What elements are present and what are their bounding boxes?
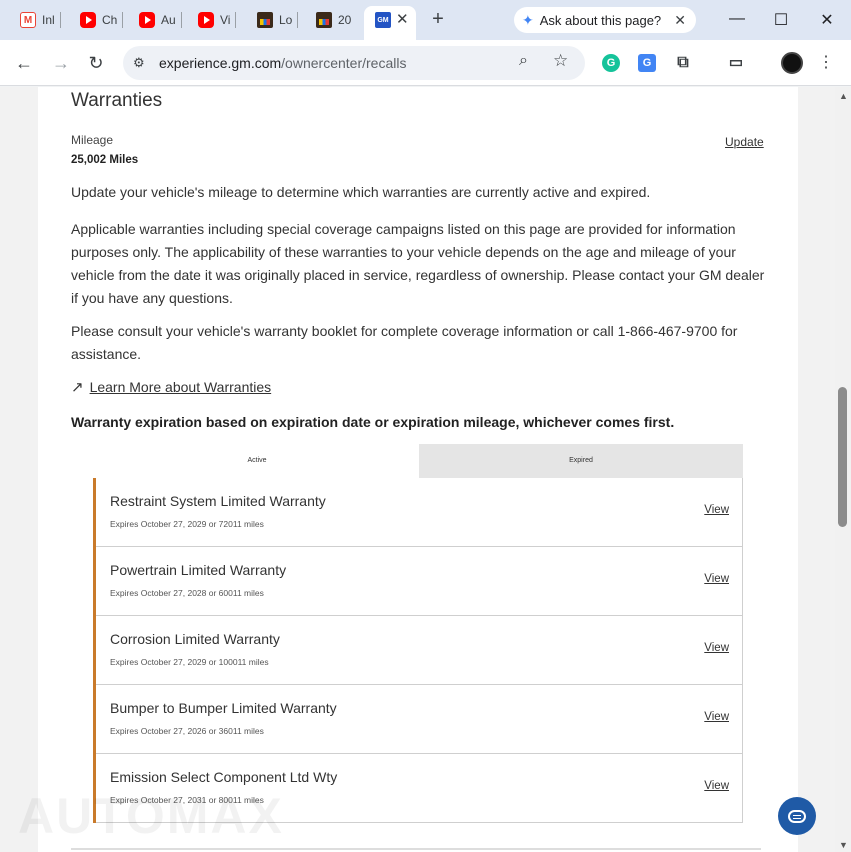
- reload-button[interactable]: ↻: [85, 52, 107, 74]
- profile-avatar[interactable]: [781, 52, 803, 74]
- learn-more-label: Learn More about Warranties: [89, 379, 272, 395]
- browser-tab-1[interactable]: M Inl: [20, 8, 61, 32]
- warranty-row: Bumper to Bumper Limited Warranty Expire…: [96, 685, 743, 754]
- warranty-name: Corrosion Limited Warranty: [110, 631, 280, 647]
- forward-button[interactable]: →: [50, 52, 72, 74]
- warranty-row: Corrosion Limited Warranty Expires Octob…: [96, 616, 743, 685]
- browser-tab-5[interactable]: Lo: [257, 8, 299, 32]
- scroll-up-arrow-icon[interactable]: ▲: [839, 91, 848, 101]
- chat-bubble-icon: [788, 809, 806, 823]
- tab-expired[interactable]: Expired: [419, 444, 743, 478]
- close-window-button[interactable]: ✕: [817, 10, 837, 30]
- warranty-name: Restraint System Limited Warranty: [110, 493, 326, 509]
- scrollbar-thumb[interactable]: [838, 387, 847, 527]
- view-warranty-link[interactable]: View: [704, 642, 729, 654]
- ask-label: Ask about this page?: [539, 12, 662, 28]
- update-mileage-link[interactable]: Update: [725, 135, 764, 149]
- mileage-info-text: Update your vehicle's mileage to determi…: [71, 184, 651, 200]
- youtube-icon: [80, 12, 96, 28]
- watermark: AUTOMAX: [18, 788, 284, 844]
- mileage-label: Mileage: [71, 133, 114, 147]
- cast-icon[interactable]: ▭: [727, 54, 745, 72]
- tab-title: Vi: [220, 13, 231, 27]
- warranty-name: Bumper to Bumper Limited Warranty: [110, 700, 337, 716]
- page-title: Warranties: [71, 90, 163, 111]
- warranty-expiry: Expires October 27, 2026 or 36011 miles: [110, 726, 264, 736]
- translate-icon[interactable]: G: [638, 54, 656, 72]
- new-tab-button[interactable]: +: [428, 9, 448, 30]
- tab-title: 20: [338, 13, 352, 27]
- warranty-list: Restraint System Limited Warranty Expire…: [93, 478, 743, 823]
- site-info-icon[interactable]: ⚙: [133, 55, 145, 71]
- minimize-button[interactable]: —: [727, 10, 747, 28]
- browser-tab-4[interactable]: Vi: [198, 8, 237, 32]
- warranty-row: Powertrain Limited Warranty Expires Octo…: [96, 547, 743, 616]
- warranties-card: Warranties Mileage 25,002 Miles Update U…: [38, 87, 798, 852]
- gm-logo-icon: GM: [375, 12, 391, 28]
- tab-active[interactable]: Active: [95, 444, 419, 478]
- learn-more-link[interactable]: ↗ Learn More about Warranties: [71, 378, 271, 396]
- scroll-down-arrow-icon[interactable]: ▼: [839, 840, 848, 850]
- warranty-expiry: Expires October 27, 2029 or 100011 miles: [110, 657, 269, 667]
- address-bar[interactable]: ⚙ experience.gm.com/ownercenter/recalls …: [123, 46, 585, 80]
- warranty-name: Powertrain Limited Warranty: [110, 562, 287, 578]
- page-viewport: Warranties Mileage 25,002 Miles Update U…: [0, 87, 835, 852]
- ask-about-page-chip[interactable]: ✦ Ask about this page? ✕: [514, 7, 696, 33]
- browser-toolbar: ← → ↻ ⚙ experience.gm.com/ownercenter/re…: [0, 40, 851, 86]
- browser-tab-2[interactable]: Ch: [80, 8, 124, 32]
- sparkle-icon: ✦: [522, 11, 534, 28]
- shopping-bag-icon: [257, 12, 273, 28]
- youtube-icon: [139, 12, 155, 28]
- warranty-expiry: Expires October 27, 2029 or 72011 miles: [110, 519, 264, 529]
- close-icon[interactable]: ✕: [674, 12, 686, 29]
- more-menu-icon[interactable]: ⋮: [818, 52, 834, 72]
- mileage-value: 25,002 Miles: [71, 154, 139, 166]
- view-warranty-link[interactable]: View: [704, 573, 729, 585]
- zoom-icon[interactable]: ⌕: [519, 52, 528, 70]
- view-warranty-link[interactable]: View: [704, 711, 729, 723]
- grammarly-icon[interactable]: G: [602, 54, 620, 72]
- warranty-expiry: Expires October 27, 2028 or 60011 miles: [110, 588, 264, 598]
- youtube-icon: [198, 12, 214, 28]
- tab-strip: M Inl Ch Au Vi Lo 20 GM ✕ + ✦ Ask about …: [0, 0, 851, 40]
- bookmark-star-icon[interactable]: ☆: [553, 51, 568, 71]
- tab-title: Inl: [42, 13, 55, 27]
- chat-button[interactable]: [778, 797, 816, 835]
- maximize-button[interactable]: ☐: [771, 10, 791, 30]
- extensions-puzzle-icon[interactable]: ⧉: [674, 54, 692, 72]
- warranty-row: Restraint System Limited Warranty Expire…: [96, 478, 743, 547]
- shopping-bag-icon: [316, 12, 332, 28]
- browser-tab-6[interactable]: 20: [316, 8, 351, 32]
- page-scrollbar[interactable]: ▲ ▼: [835, 87, 851, 852]
- back-button[interactable]: ←: [13, 52, 35, 74]
- view-warranty-link[interactable]: View: [704, 504, 729, 516]
- warranty-name: Emission Select Component Ltd Wty: [110, 769, 338, 785]
- warranty-tabs: Active Expired: [95, 444, 743, 478]
- external-link-icon: ↗: [71, 379, 84, 396]
- browser-tab-3[interactable]: Au: [139, 8, 182, 32]
- expiration-note: Warranty expiration based on expiration …: [71, 414, 675, 430]
- url-text[interactable]: experience.gm.com/ownercenter/recalls: [159, 55, 406, 71]
- divider: [71, 848, 761, 850]
- gmail-icon: M: [20, 12, 36, 28]
- booklet-info-text: Please consult your vehicle's warranty b…: [71, 323, 738, 362]
- warranty-disclaimer-text: Applicable warranties including special …: [71, 221, 765, 306]
- tab-title: Au: [161, 13, 176, 27]
- browser-tab-active[interactable]: GM ✕: [364, 6, 416, 40]
- view-warranty-link[interactable]: View: [704, 780, 729, 792]
- tab-title: Lo: [279, 13, 293, 27]
- tab-title: Ch: [102, 13, 118, 27]
- close-tab-icon[interactable]: ✕: [396, 10, 409, 28]
